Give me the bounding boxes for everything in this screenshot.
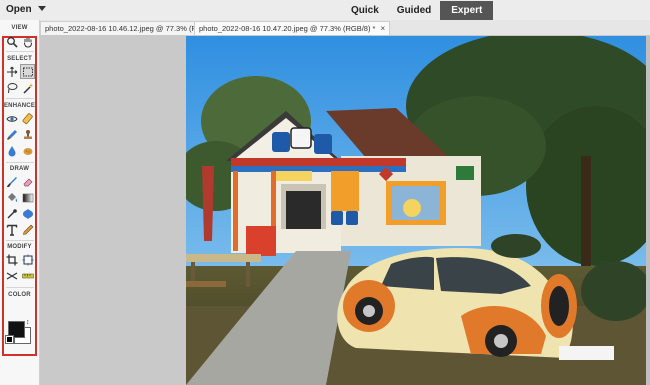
custom-shape-icon[interactable] [21,207,34,220]
tab-expert[interactable]: Expert [440,1,494,20]
move-icon[interactable] [5,65,18,78]
open-label: Open [6,4,32,15]
clone-stamp-icon[interactable] [21,128,34,141]
zoom-icon[interactable] [5,35,18,48]
tab-guided[interactable]: Guided [388,1,440,20]
brush-icon[interactable] [5,175,18,188]
section-label-enhance: ENHANCE [3,103,36,109]
sponge-icon[interactable] [21,144,34,157]
section-label-modify: MODIFY [7,244,32,250]
blur-icon[interactable] [5,144,18,157]
crop-icon[interactable] [5,253,18,266]
section-label-select: SELECT [7,56,32,62]
divider [6,287,34,288]
document-image[interactable] [186,36,646,385]
lasso-icon[interactable] [5,81,18,94]
smart-brush-icon[interactable] [5,128,18,141]
divider [6,162,34,163]
document-tab-title: photo_2022-08-16 10.47.20.jpeg @ 77.3% (… [199,24,376,33]
content-move-icon[interactable] [5,269,18,282]
pencil-icon[interactable] [21,223,34,236]
tab-quick[interactable]: Quick [342,1,388,20]
menu-bar: Open Quick Guided Expert [0,0,650,21]
swap-colors-icon[interactable]: ↕ [26,319,30,326]
magic-wand-icon[interactable] [21,81,34,94]
mode-tabs: Quick Guided Expert [342,1,494,20]
toolbox: VIEW SELECT ENHANCE DRAW MODIFY COLOR ↕ [0,20,40,385]
eyedropper-icon[interactable] [5,207,18,220]
chevron-down-icon[interactable] [37,6,46,11]
gradient-icon[interactable] [21,191,34,204]
eraser-icon[interactable] [21,175,34,188]
canvas-area[interactable] [40,36,650,385]
close-icon[interactable]: × [380,24,385,33]
document-tab-bar: photo_2022-08-16 10.46.12.jpeg @ 77.3% (… [40,20,650,36]
scrollbar[interactable] [646,36,650,385]
default-colors-icon[interactable] [5,335,14,344]
open-button[interactable]: Open [6,2,46,18]
eye-icon[interactable] [5,112,18,125]
marquee-icon[interactable] [20,64,35,79]
section-label-view: VIEW [11,25,28,31]
divider [6,240,34,241]
type-icon[interactable] [5,223,18,236]
divider [6,51,34,52]
recompose-icon[interactable] [21,253,34,266]
straighten-icon[interactable] [21,269,34,282]
divider [6,98,34,99]
document-tab[interactable]: photo_2022-08-16 10.47.20.jpeg @ 77.3% (… [194,21,391,35]
spot-healing-icon[interactable] [21,112,34,125]
hand-icon[interactable] [21,35,34,48]
paint-bucket-icon[interactable] [5,191,18,204]
section-label-draw: DRAW [9,166,30,172]
section-label-color: COLOR [8,292,31,298]
